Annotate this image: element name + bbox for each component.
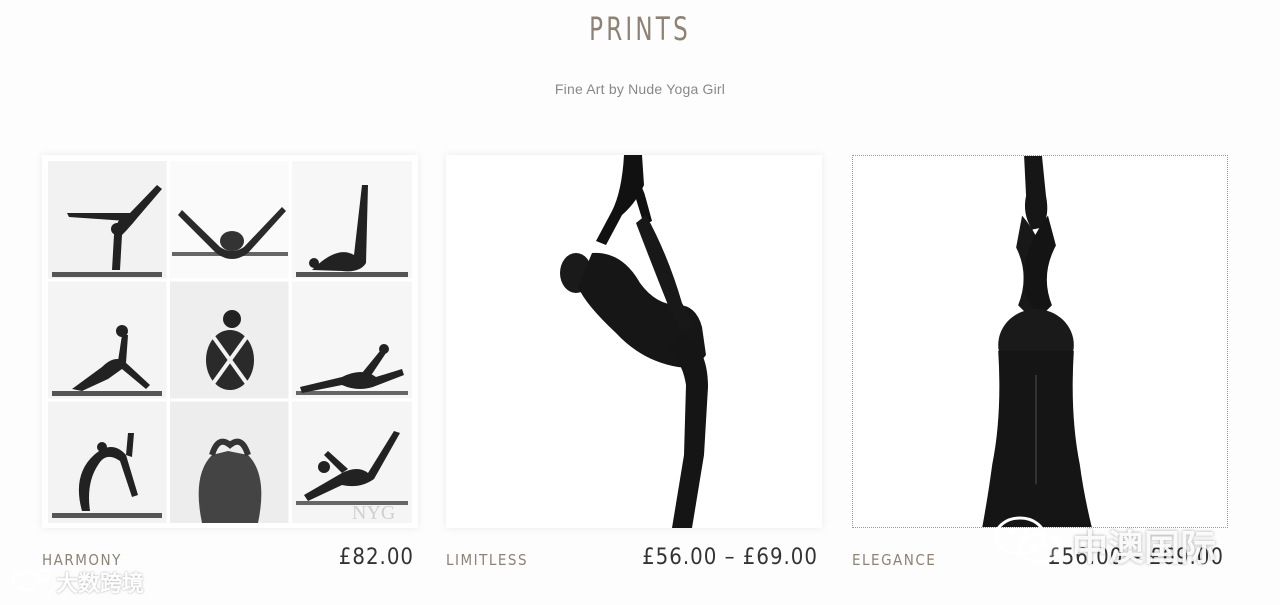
wechat-logo-icon [992, 514, 1064, 575]
product-image-harmony[interactable]: NYG [42, 155, 418, 528]
product-card-harmony[interactable]: NYG HARMONY £82.00 [42, 155, 418, 575]
product-name[interactable]: LIMITLESS [446, 551, 528, 569]
watermark-left-text: 大数跨境 [56, 571, 145, 596]
watermark-right: 中澳国际 [992, 514, 1216, 575]
dancer-pose-image [446, 155, 822, 528]
product-card-elegance[interactable]: ELEGANCE £56.00 – £69.00 [852, 155, 1228, 575]
product-price: £82.00 [338, 545, 414, 570]
page-title: PRINTS [589, 10, 691, 48]
svg-text:NYG: NYG [352, 502, 395, 524]
page-subtitle: Fine Art by Nude Yoga Girl [554, 81, 726, 97]
product-image-limitless[interactable] [446, 155, 822, 528]
watermark-right-text: 中澳国际 [1072, 526, 1217, 568]
watermark-left: 大数跨境 [8, 565, 144, 599]
product-price: £56.00 – £69.00 [642, 545, 818, 570]
product-image-elegance[interactable] [852, 155, 1228, 528]
weibo-logo-icon [8, 565, 52, 599]
headstand-image [853, 156, 1227, 527]
product-name[interactable]: ELEGANCE [852, 551, 936, 569]
yoga-collage-image: NYG [42, 155, 418, 528]
product-card-limitless[interactable]: LIMITLESS £56.00 – £69.00 [446, 155, 822, 575]
